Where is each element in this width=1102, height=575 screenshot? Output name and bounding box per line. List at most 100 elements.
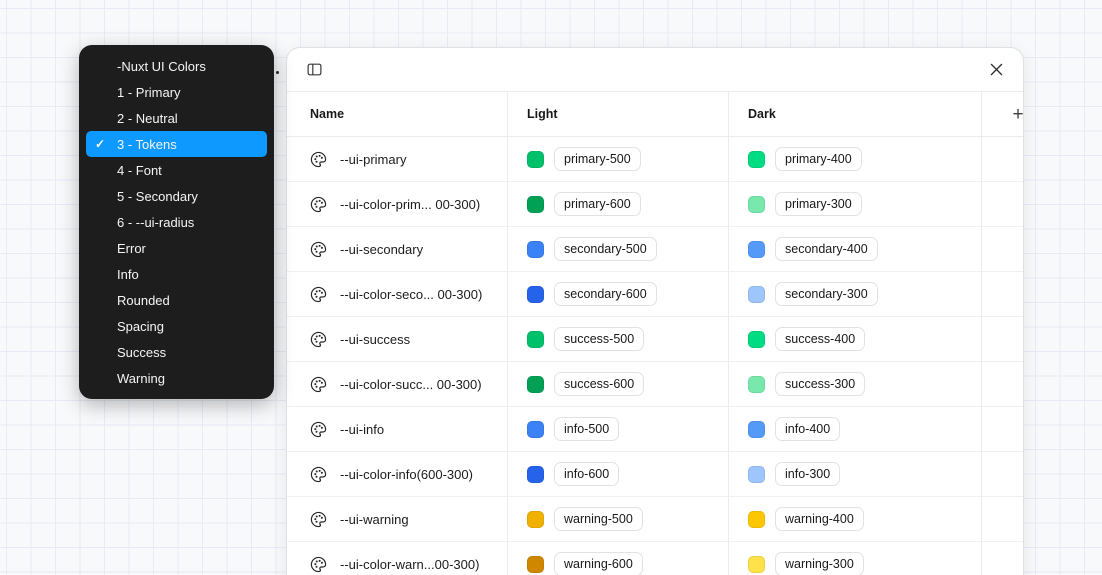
dark-value-cell: info-400 bbox=[729, 407, 982, 451]
token-name-cell[interactable]: --ui-color-prim... 00-300) bbox=[287, 182, 508, 226]
dropdown-item-label: -Nuxt UI Colors bbox=[117, 59, 206, 74]
palette-icon bbox=[310, 466, 327, 483]
alias-badge[interactable]: secondary-500 bbox=[554, 237, 657, 261]
alias-badge[interactable]: primary-300 bbox=[775, 192, 862, 216]
color-swatch[interactable] bbox=[527, 331, 544, 348]
dropdown-menu-item[interactable]: ✓ Info bbox=[86, 261, 267, 287]
alias-badge[interactable]: primary-400 bbox=[775, 147, 862, 171]
table-header-row: Name Light Dark + bbox=[287, 92, 1023, 137]
dark-value-cell: warning-300 bbox=[729, 542, 982, 575]
color-swatch[interactable] bbox=[748, 196, 765, 213]
dropdown-menu-item[interactable]: ✓ Error bbox=[86, 235, 267, 261]
collections-dropdown-menu: ✓ -Nuxt UI Colors ✓ 1 - Primary ✓ 2 - Ne… bbox=[79, 45, 274, 399]
alias-badge[interactable]: info-300 bbox=[775, 462, 840, 486]
dark-value-cell: secondary-300 bbox=[729, 272, 982, 316]
light-value-cell: success-600 bbox=[508, 362, 729, 406]
dropdown-menu-item[interactable]: ✓ 1 - Primary bbox=[86, 79, 267, 105]
color-swatch[interactable] bbox=[527, 196, 544, 213]
alias-badge[interactable]: secondary-300 bbox=[775, 282, 878, 306]
token-name-cell[interactable]: --ui-color-warn...00-300) bbox=[287, 542, 508, 575]
token-name-cell[interactable]: --ui-color-info(600-300) bbox=[287, 452, 508, 496]
token-name-cell[interactable]: --ui-success bbox=[287, 317, 508, 361]
dropdown-menu-item[interactable]: ✓ 6 - --ui-radius bbox=[86, 209, 267, 235]
alias-badge[interactable]: secondary-600 bbox=[554, 282, 657, 306]
color-swatch[interactable] bbox=[748, 466, 765, 483]
dark-value-cell: success-300 bbox=[729, 362, 982, 406]
token-name: --ui-color-succ... 00-300) bbox=[340, 377, 482, 392]
palette-icon bbox=[310, 421, 327, 438]
alias-badge[interactable]: warning-400 bbox=[775, 507, 864, 531]
dropdown-menu-item[interactable]: ✓ -Nuxt UI Colors bbox=[86, 53, 267, 79]
palette-icon bbox=[310, 511, 327, 528]
color-swatch[interactable] bbox=[748, 151, 765, 168]
color-swatch[interactable] bbox=[748, 376, 765, 393]
alias-badge[interactable]: primary-500 bbox=[554, 147, 641, 171]
empty-cell bbox=[982, 452, 1023, 496]
table-row: --ui-color-info(600-300) info-600 info-3… bbox=[287, 452, 1023, 497]
token-name-cell[interactable]: --ui-secondary bbox=[287, 227, 508, 271]
color-swatch[interactable] bbox=[748, 511, 765, 528]
add-mode-button[interactable]: + bbox=[1005, 101, 1024, 127]
dropdown-menu-item[interactable]: ✓ Success bbox=[86, 339, 267, 365]
alias-badge[interactable]: success-400 bbox=[775, 327, 865, 351]
alias-badge[interactable]: info-400 bbox=[775, 417, 840, 441]
dropdown-menu-item[interactable]: ✓ 4 - Font bbox=[86, 157, 267, 183]
color-swatch[interactable] bbox=[748, 421, 765, 438]
alias-badge[interactable]: info-500 bbox=[554, 417, 619, 441]
palette-icon bbox=[310, 376, 327, 393]
color-swatch[interactable] bbox=[527, 466, 544, 483]
table-body: --ui-primary primary-500 primary-400 bbox=[287, 137, 1023, 575]
toggle-sidebar-button[interactable] bbox=[302, 58, 326, 82]
alias-badge[interactable]: warning-500 bbox=[554, 507, 643, 531]
table-row: --ui-color-warn...00-300) warning-600 wa… bbox=[287, 542, 1023, 575]
dropdown-item-label: 3 - Tokens bbox=[117, 137, 177, 152]
dropdown-item-label: Success bbox=[117, 345, 166, 360]
dark-value-cell: primary-400 bbox=[729, 137, 982, 181]
color-swatch[interactable] bbox=[527, 556, 544, 573]
color-swatch[interactable] bbox=[527, 241, 544, 258]
alias-badge[interactable]: success-300 bbox=[775, 372, 865, 396]
palette-icon bbox=[310, 331, 327, 348]
close-button[interactable] bbox=[984, 58, 1008, 82]
token-name-cell[interactable]: --ui-color-seco... 00-300) bbox=[287, 272, 508, 316]
dropdown-item-label: 1 - Primary bbox=[117, 85, 181, 100]
color-swatch[interactable] bbox=[527, 421, 544, 438]
light-value-cell: warning-500 bbox=[508, 497, 729, 541]
dropdown-menu-item[interactable]: ✓ 5 - Secondary bbox=[86, 183, 267, 209]
alias-badge[interactable]: success-600 bbox=[554, 372, 644, 396]
color-swatch[interactable] bbox=[527, 376, 544, 393]
token-name-cell[interactable]: --ui-primary bbox=[287, 137, 508, 181]
color-swatch[interactable] bbox=[748, 556, 765, 573]
dropdown-menu-item[interactable]: ✓ Spacing bbox=[86, 313, 267, 339]
palette-icon bbox=[310, 556, 327, 573]
alias-badge[interactable]: warning-300 bbox=[775, 552, 864, 575]
color-swatch[interactable] bbox=[748, 331, 765, 348]
color-swatch[interactable] bbox=[748, 241, 765, 258]
token-name: --ui-info bbox=[340, 422, 384, 437]
dropdown-menu-item[interactable]: ✓ Rounded bbox=[86, 287, 267, 313]
dropdown-item-label: 6 - --ui-radius bbox=[117, 215, 194, 230]
token-name-cell[interactable]: --ui-info bbox=[287, 407, 508, 451]
token-name-cell[interactable]: --ui-color-succ... 00-300) bbox=[287, 362, 508, 406]
alias-badge[interactable]: info-600 bbox=[554, 462, 619, 486]
dropdown-menu-item[interactable]: ✓ 2 - Neutral bbox=[86, 105, 267, 131]
alias-badge[interactable]: warning-600 bbox=[554, 552, 643, 575]
token-name: --ui-color-info(600-300) bbox=[340, 467, 473, 482]
light-value-cell: primary-500 bbox=[508, 137, 729, 181]
color-swatch[interactable] bbox=[527, 151, 544, 168]
color-swatch[interactable] bbox=[527, 286, 544, 303]
color-swatch[interactable] bbox=[527, 511, 544, 528]
table-row: --ui-color-seco... 00-300) secondary-600… bbox=[287, 272, 1023, 317]
color-swatch[interactable] bbox=[748, 286, 765, 303]
table-row: --ui-success success-500 success-400 bbox=[287, 317, 1023, 362]
token-name: --ui-primary bbox=[340, 152, 406, 167]
dropdown-menu-item[interactable]: ✓ 3 - Tokens bbox=[86, 131, 267, 157]
empty-cell bbox=[982, 407, 1023, 451]
token-name-cell[interactable]: --ui-warning bbox=[287, 497, 508, 541]
variables-panel: Name Light Dark + --ui-primary primar bbox=[286, 47, 1024, 575]
empty-cell bbox=[982, 317, 1023, 361]
alias-badge[interactable]: secondary-400 bbox=[775, 237, 878, 261]
dropdown-menu-item[interactable]: ✓ Warning bbox=[86, 365, 267, 391]
alias-badge[interactable]: success-500 bbox=[554, 327, 644, 351]
alias-badge[interactable]: primary-600 bbox=[554, 192, 641, 216]
